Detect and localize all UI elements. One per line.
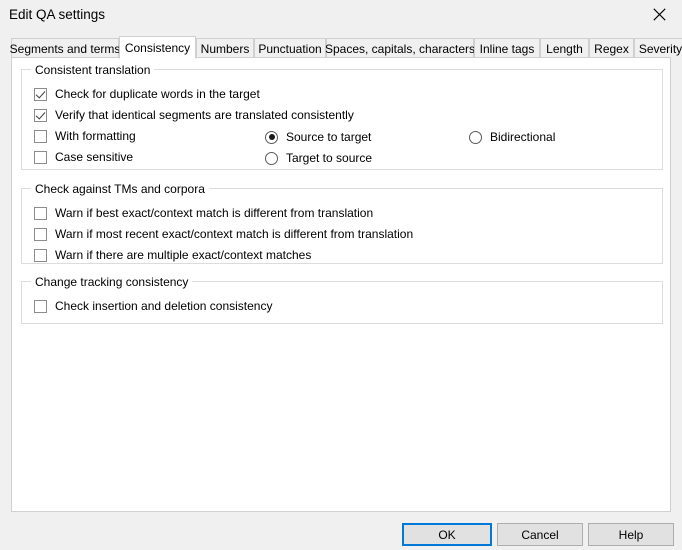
- group-title: Change tracking consistency: [31, 275, 193, 289]
- checkbox-indicator[interactable]: [34, 227, 47, 241]
- window-title: Edit QA settings: [9, 7, 106, 22]
- tab-punctuation[interactable]: Punctuation: [254, 38, 326, 58]
- checkbox-label: Warn if there are multiple exact/context…: [55, 248, 312, 262]
- ok-button[interactable]: OK: [402, 523, 492, 546]
- tab-segments-and-terms[interactable]: Segments and terms: [9, 38, 121, 58]
- checkbox-verify-identical-segments[interactable]: Verify that identical segments are trans…: [34, 108, 354, 122]
- tab-length[interactable]: Length: [540, 38, 589, 58]
- checkbox-indicator[interactable]: [34, 108, 47, 122]
- checkbox-indicator[interactable]: [34, 150, 47, 164]
- tab-label: Length: [546, 41, 583, 56]
- group-change-tracking-consistency: Change tracking consistency Check insert…: [21, 275, 663, 324]
- tab-label: Regex: [594, 41, 629, 56]
- radio-target-to-source[interactable]: Target to source: [265, 151, 372, 165]
- checkbox-indicator[interactable]: [34, 206, 47, 220]
- tab-label: Severity: [638, 41, 682, 56]
- group-title: Check against TMs and corpora: [31, 182, 209, 196]
- tab-label: Segments and terms: [9, 41, 121, 56]
- checkbox-label: With formatting: [55, 129, 136, 143]
- radio-label: Bidirectional: [490, 130, 556, 144]
- tab-regex[interactable]: Regex: [589, 38, 634, 58]
- tab-label: Consistency: [124, 40, 191, 55]
- tab-consistency[interactable]: Consistency: [119, 36, 196, 59]
- checkbox-label: Case sensitive: [55, 150, 134, 164]
- tab-label: Punctuation: [258, 41, 322, 56]
- checkbox-label: Check for duplicate words in the target: [55, 87, 260, 101]
- help-button[interactable]: Help: [588, 523, 674, 546]
- radio-source-to-target[interactable]: Source to target: [265, 130, 371, 144]
- tab-severity[interactable]: Severity: [634, 38, 682, 58]
- group-consistent-translation: Consistent translation Check for duplica…: [21, 63, 663, 170]
- checkbox-indicator[interactable]: [34, 129, 47, 143]
- checkbox-case-sensitive[interactable]: Case sensitive: [34, 150, 133, 164]
- tab-label: Inline tags: [479, 41, 535, 56]
- radio-indicator[interactable]: [469, 130, 482, 144]
- tab-label: Numbers: [200, 41, 250, 56]
- close-button[interactable]: [637, 0, 682, 29]
- checkbox-with-formatting[interactable]: With formatting: [34, 129, 136, 143]
- checkbox-label: Warn if best exact/context match is diff…: [55, 206, 374, 220]
- checkbox-label: Check insertion and deletion consistency: [55, 299, 273, 313]
- group-title: Consistent translation: [31, 63, 155, 77]
- cancel-button[interactable]: Cancel: [497, 523, 583, 546]
- title-bar: Edit QA settings: [0, 0, 682, 30]
- group-check-against-tms: Check against TMs and corpora Warn if be…: [21, 182, 663, 264]
- checkbox-warn-multiple-exact-matches[interactable]: Warn if there are multiple exact/context…: [34, 248, 311, 262]
- radio-label: Source to target: [286, 130, 372, 144]
- checkbox-label: Warn if most recent exact/context match …: [55, 227, 414, 241]
- checkbox-check-duplicate-words[interactable]: Check for duplicate words in the target: [34, 87, 260, 101]
- radio-indicator[interactable]: [265, 151, 278, 165]
- help-button-label: Help: [618, 527, 644, 542]
- tab-content-panel: Consistent translation Check for duplica…: [11, 57, 671, 512]
- tab-inline-tags[interactable]: Inline tags: [474, 38, 540, 58]
- tab-label: Spaces, capitals, characters: [324, 41, 476, 56]
- tab-strip: Segments and terms Consistency Numbers P…: [9, 36, 682, 59]
- tab-numbers[interactable]: Numbers: [196, 38, 254, 58]
- ok-button-label: OK: [438, 527, 456, 542]
- checkbox-label: Verify that identical segments are trans…: [55, 108, 354, 122]
- checkbox-indicator[interactable]: [34, 248, 47, 262]
- checkbox-warn-most-recent-exact-match[interactable]: Warn if most recent exact/context match …: [34, 227, 413, 241]
- radio-indicator[interactable]: [265, 130, 278, 144]
- cancel-button-label: Cancel: [521, 527, 559, 542]
- checkbox-indicator[interactable]: [34, 299, 47, 313]
- radio-bidirectional[interactable]: Bidirectional: [469, 130, 555, 144]
- radio-label: Target to source: [286, 151, 373, 165]
- close-icon: [653, 8, 666, 21]
- tab-spaces-capitals-characters[interactable]: Spaces, capitals, characters: [324, 38, 476, 58]
- checkbox-indicator[interactable]: [34, 87, 47, 101]
- checkbox-check-insertion-deletion-consistency[interactable]: Check insertion and deletion consistency: [34, 299, 272, 313]
- checkbox-warn-best-exact-match[interactable]: Warn if best exact/context match is diff…: [34, 206, 373, 220]
